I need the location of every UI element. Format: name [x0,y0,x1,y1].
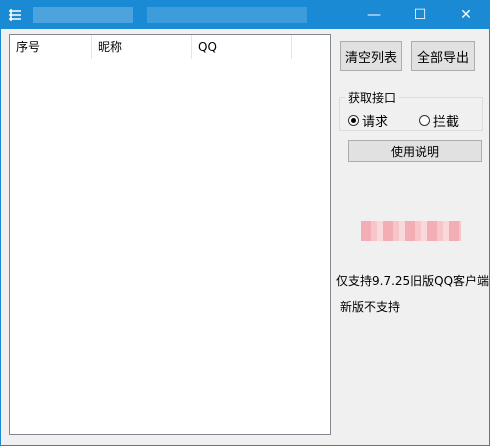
radio-intercept-label: 拦截 [433,115,460,130]
version-note: 仅支持9.7.25旧版QQ客户端 [336,274,490,288]
window-title-blurred [33,7,133,23]
friend-list-view[interactable]: 序号 昵称 QQ [9,34,331,435]
column-header-index[interactable]: 序号 [10,35,92,59]
export-all-button[interactable]: 全部导出 [411,41,475,71]
column-header-nickname[interactable]: 昵称 [92,35,192,59]
radio-checked-icon [348,115,359,126]
radio-request[interactable]: 请求 [348,111,388,130]
close-button[interactable]: ✕ [443,1,489,29]
interface-group-label: 获取接口 [345,89,400,106]
window-title-blurred-2 [147,7,307,23]
app-logo-icon [7,7,23,23]
main-window: — ☐ ✕ 序号 昵称 QQ 清空列表 全部导出 获取接口 请求 拦截 使用说明… [0,0,490,446]
radio-request-label: 请求 [362,115,389,130]
column-header-qq[interactable]: QQ [192,35,292,59]
help-button[interactable]: 使用说明 [348,140,482,162]
radio-intercept[interactable]: 拦截 [419,111,459,130]
list-header: 序号 昵称 QQ [10,35,330,59]
blurred-image [361,221,461,241]
clear-list-button[interactable]: 清空列表 [340,41,402,71]
unsupported-note: 新版不支持 [340,300,401,314]
radio-unchecked-icon [419,115,430,126]
minimize-button[interactable]: — [351,1,397,29]
title-bar[interactable]: — ☐ ✕ [1,1,489,29]
maximize-button[interactable]: ☐ [397,1,443,29]
